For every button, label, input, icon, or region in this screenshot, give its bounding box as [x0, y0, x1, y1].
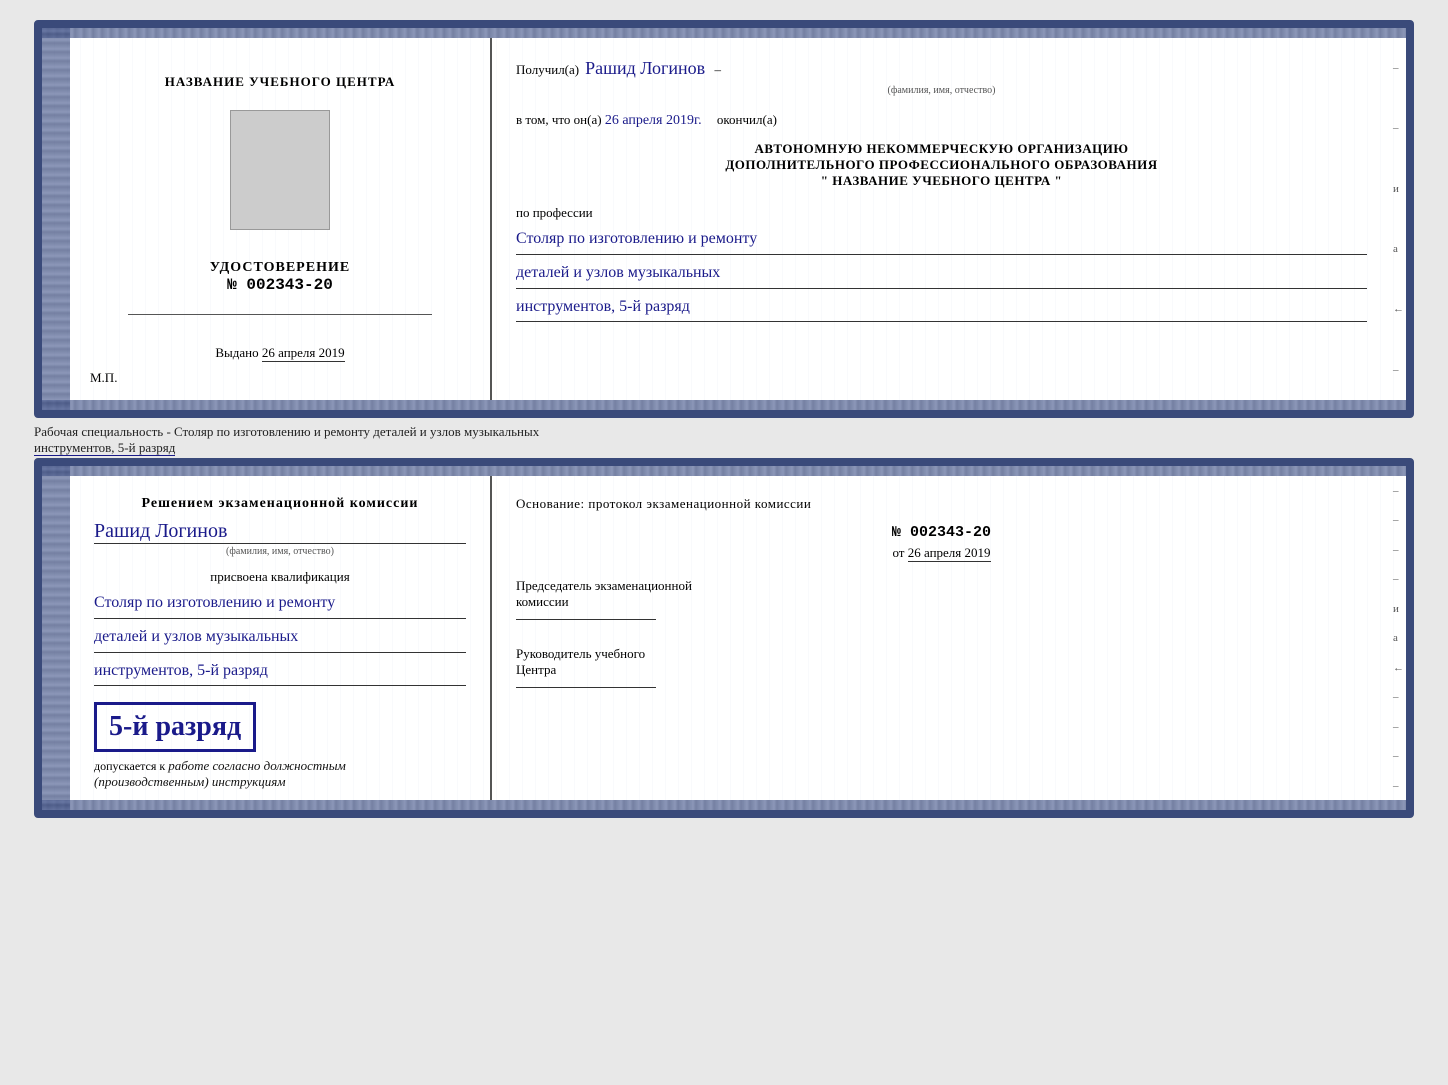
avt-block: АВТОНОМНУЮ НЕКОММЕРЧЕСКУЮ ОРГАНИЗАЦИЮ ДО…: [516, 141, 1367, 189]
bottom-right-panel: Основание: протокол экзаменационной коми…: [492, 466, 1391, 810]
photo-placeholder: [230, 110, 330, 230]
big-razryad-text: 5-й разряд: [109, 711, 241, 742]
vydano-line: Выдано 26 апреля 2019: [215, 345, 344, 362]
fio-subtext: (фамилия, имя, отчество): [516, 85, 1367, 96]
predsedatel-podpis-line: [516, 619, 656, 620]
prof-line1: Столяр по изготовлению и ремонту: [516, 225, 1367, 255]
po-professii: по профессии: [516, 205, 1367, 221]
dopuskaetsya-line: допускается к работе согласно должностны…: [94, 758, 466, 790]
dopusk-italic2: (производственным) инструкциям: [94, 774, 286, 789]
fio-handwritten: Рашид Логинов: [585, 58, 705, 79]
osnovanie-title: Основание: протокол экзаменационной коми…: [516, 496, 1367, 512]
udostoverenie-block: УДОСТОВЕРЕНИЕ № 002343-20: [210, 260, 350, 294]
top-certificate: НАЗВАНИЕ УЧЕБНОГО ЦЕНТРА УДОСТОВЕРЕНИЕ №…: [34, 20, 1414, 418]
cert-right-panel: Получил(а) Рашид Логинов – (фамилия, имя…: [492, 28, 1391, 410]
right-edge-marks-bottom: – – – – и а ← – – – –: [1391, 466, 1406, 810]
left-decorative-strip: [42, 28, 70, 410]
school-name-label: НАЗВАНИЕ УЧЕБНОГО ЦЕНТРА: [165, 74, 396, 90]
vtom-line: в том, что он(а) 26 апреля 2019г. окончи…: [516, 112, 1367, 129]
protocol-number: № 002343-20: [516, 524, 1367, 541]
cert-left-panel: НАЗВАНИЕ УЧЕБНОГО ЦЕНТРА УДОСТОВЕРЕНИЕ №…: [70, 28, 490, 410]
rukovoditel-podpis-line: [516, 687, 656, 688]
specialty-label: Рабочая специальность - Столяр по изгото…: [34, 418, 1414, 458]
bottom-fio: Рашид Логинов: [94, 520, 227, 542]
poluchil-line: Получил(а) Рашид Логинов –: [516, 58, 1367, 79]
prisvoena-label: присвоена квалификация: [94, 569, 466, 585]
mp-label: М.П.: [90, 370, 117, 386]
dopusk-italic: работе согласно должностным: [168, 758, 346, 773]
prof-line2: деталей и узлов музыкальных: [516, 259, 1367, 289]
ot-date: 26 апреля 2019: [908, 545, 991, 562]
bottom-prof-line1: Столяр по изготовлению и ремонту: [94, 589, 466, 619]
predsedatel-block: Председатель экзаменационной комиссии: [516, 578, 1367, 626]
bottom-fio-subtext: (фамилия, имя, отчество): [94, 546, 466, 557]
bottom-left-panel: Решением экзаменационной комиссии Рашид …: [70, 466, 490, 810]
udostoverenie-title: УДОСТОВЕРЕНИЕ: [210, 260, 350, 276]
cert-number: № 002343-20: [210, 276, 350, 294]
rukovoditel-block: Руководитель учебного Центра: [516, 646, 1367, 694]
vydano-date: 26 апреля 2019: [262, 345, 345, 362]
prof-line3: инструментов, 5-й разряд: [516, 293, 1367, 323]
resheniem-title: Решением экзаменационной комиссии: [94, 496, 466, 512]
bottom-prof-line3: инструментов, 5-й разряд: [94, 657, 466, 687]
left-decorative-strip-bottom: [42, 466, 70, 810]
right-edge-marks: – – и а ← –: [1391, 28, 1406, 410]
vtom-date: 26 апреля 2019г.: [605, 113, 702, 128]
big-razryad-box: 5-й разряд: [94, 694, 256, 752]
bottom-certificate: Решением экзаменационной комиссии Рашид …: [34, 458, 1414, 818]
ot-line: от 26 апреля 2019: [516, 545, 1367, 562]
bottom-prof-line2: деталей и узлов музыкальных: [94, 623, 466, 653]
